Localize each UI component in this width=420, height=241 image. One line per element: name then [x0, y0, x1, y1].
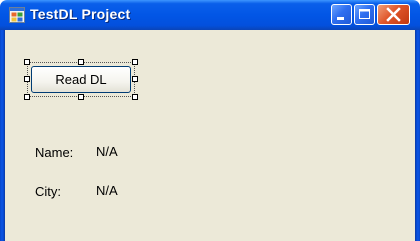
read-dl-button[interactable]: Read DL	[31, 66, 131, 93]
name-value: N/A	[96, 144, 118, 159]
city-value: N/A	[96, 183, 118, 198]
name-label: Name:	[35, 145, 74, 160]
resize-handle-right[interactable]	[132, 76, 138, 82]
close-icon	[386, 7, 401, 22]
resize-handle-left[interactable]	[24, 76, 30, 82]
app-window: TestDL Project Read DL Name: N/A City: N…	[0, 0, 420, 241]
minimize-icon	[337, 17, 344, 20]
resize-handle-bottom-left[interactable]	[24, 94, 30, 100]
city-label: City:	[35, 184, 61, 199]
maximize-icon	[359, 9, 370, 19]
title-bar[interactable]: TestDL Project	[0, 0, 420, 30]
resize-handle-top[interactable]	[78, 59, 84, 65]
minimize-button[interactable]	[331, 4, 352, 25]
window-frame-right	[416, 30, 420, 241]
form-app-icon	[9, 7, 25, 23]
resize-handle-top-right[interactable]	[132, 59, 138, 65]
maximize-button[interactable]	[354, 4, 375, 25]
resize-handle-top-left[interactable]	[24, 59, 30, 65]
close-button[interactable]	[377, 4, 410, 25]
resize-handle-bottom-right[interactable]	[132, 94, 138, 100]
window-title: TestDL Project	[30, 6, 131, 22]
resize-handle-bottom[interactable]	[78, 94, 84, 100]
